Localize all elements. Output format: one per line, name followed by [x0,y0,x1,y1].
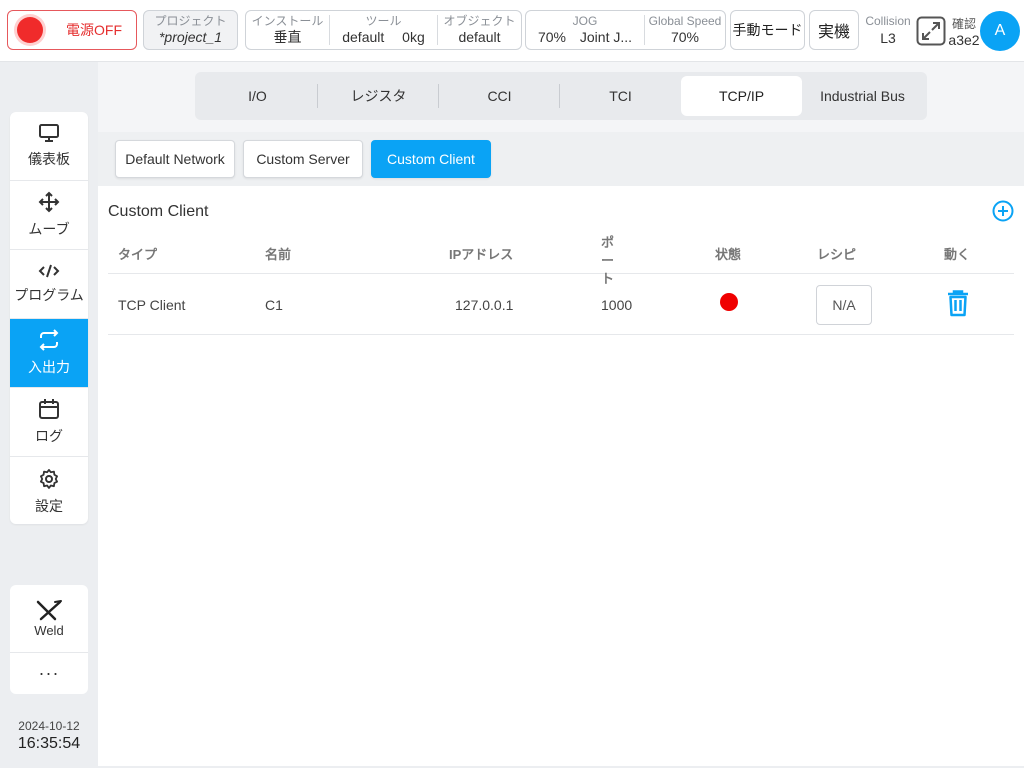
power-button[interactable]: 電源OFF [7,10,137,50]
jog-speed: 70% [537,29,566,45]
weld-label: Weld [34,623,64,638]
sidebar-nav: 儀表板 ムーブ プログラム 入出力 ログ 設定 [10,112,88,524]
subtab-bar: Default Network Custom Server Custom Cli… [98,132,1024,186]
project-label: プロジェクト [154,14,227,28]
time-text: 16:35:54 [17,735,81,752]
install-value: 垂直 [273,29,302,45]
sidebar-item-label: 儀表板 [28,151,70,167]
client-list-panel: Custom Client タイプ 名前 IPアドレス ポート 状態 レシピ 動… [98,186,1024,766]
tool-weight: 0kg [402,29,425,45]
global-speed-label: Global Speed [648,14,722,28]
install-label: インストール [251,14,324,28]
add-circle-icon[interactable] [992,200,1014,222]
sidebar-item-program[interactable]: プログラム [10,250,88,319]
monitor-icon [39,124,59,142]
sidebar-item-label: プログラム [14,287,84,303]
confirm-value: a3e2 [948,32,980,48]
table-row: TCP Client C1 127.0.0.1 1000 N/A [108,275,1014,335]
real-robot-button[interactable]: 実機 [809,10,859,50]
sidebar-item-label: ログ [35,428,63,444]
header-status: 状態 [715,247,742,262]
collision-label: Collision [865,14,911,28]
object-label: オブジェクト [443,14,516,28]
tool-value: default [342,29,385,45]
cell-ip: 127.0.0.1 [455,297,514,313]
sidebar-item-settings[interactable]: 設定 [10,457,88,524]
code-icon [38,264,60,278]
gear-icon [39,468,58,489]
status-dot [720,293,738,311]
tab-bar: I/O レジスタ CCI TCI TCP/IP Industrial Bus [195,72,927,120]
tab-tcpip[interactable]: TCP/IP [681,76,802,116]
tab-io[interactable]: I/O [197,76,318,116]
weld-icon [36,600,62,621]
calendar-icon [39,399,59,419]
cell-name: C1 [265,297,283,313]
sidebar-item-label: 入出力 [28,359,70,375]
collision-value: L3 [880,30,896,46]
sidebar-item-io[interactable]: 入出力 [10,319,88,388]
header-name: 名前 [265,247,292,262]
power-status-icon [17,17,43,43]
global-speed-segment[interactable]: Global Speed 70% [645,14,725,46]
more-button[interactable]: ··· [10,653,88,693]
sidebar-item-dashboard[interactable]: 儀表板 [10,112,88,181]
jog-mode: Joint J... [579,29,633,45]
table-header: タイプ 名前 IPアドレス ポート 状態 レシピ 動く [108,230,1014,286]
recipe-button[interactable]: N/A [816,285,872,325]
main-panel: I/O レジスタ CCI TCI TCP/IP Industrial Bus D… [98,62,1024,766]
object-segment[interactable]: オブジェクト default [438,14,521,46]
tab-industrial-bus[interactable]: Industrial Bus [802,76,923,116]
tab-tci[interactable]: TCI [560,76,681,116]
expand-icon[interactable] [916,16,946,46]
header-type: タイプ [118,247,158,262]
top-bar: 電源OFF プロジェクト *project_1 インストール 垂直 ツール de… [0,0,1024,62]
tool-segment[interactable]: ツール default 0kg [330,15,438,45]
custom-client-button[interactable]: Custom Client [371,140,491,178]
move-arrows-icon [38,191,60,213]
sidebar-item-label: ムーブ [28,221,70,237]
date-text: 2024-10-12 [18,719,80,733]
avatar[interactable]: A [980,11,1020,51]
sidebar-item-log[interactable]: ログ [10,388,88,457]
header-recipe: レシピ [817,247,857,262]
custom-server-button[interactable]: Custom Server [243,140,363,178]
cell-type: TCP Client [118,297,186,313]
tab-cci[interactable]: CCI [439,76,560,116]
speed-panel[interactable]: JOG 70% Joint J... Global Speed 70% [525,10,726,50]
default-network-button[interactable]: Default Network [115,140,235,178]
jog-label: JOG [572,14,598,28]
section-title: Custom Client [108,203,209,220]
cell-port: 1000 [601,297,633,313]
tool-label: ツール [365,14,402,28]
sidebar-item-weld[interactable]: Weld [10,585,88,653]
header-action: 動く [944,247,971,262]
install-tool-object-panel[interactable]: インストール 垂直 ツール default 0kg オブジェクト default [245,10,522,50]
swap-icon [39,329,59,351]
project-value: *project_1 [158,29,223,45]
trash-icon[interactable] [946,289,970,317]
confirm-label: 確認 [951,17,976,31]
global-speed-value: 70% [670,29,700,45]
project-selector[interactable]: プロジェクト *project_1 [143,10,238,50]
collision-indicator[interactable]: Collision L3 [862,14,914,46]
sidebar-item-label: 設定 [35,497,63,514]
install-segment[interactable]: インストール 垂直 [246,15,330,45]
confirm-indicator[interactable]: 確認 a3e2 [946,15,982,48]
manual-mode-button[interactable]: 手動モード [730,10,805,50]
object-value: default [458,29,501,45]
sidebar-extra: Weld ··· [10,585,88,694]
sidebar-item-move[interactable]: ムーブ [10,181,88,250]
header-ip: IPアドレス [449,247,514,262]
tab-register[interactable]: レジスタ [318,76,439,116]
power-label: 電源OFF [66,22,122,38]
jog-segment[interactable]: JOG 70% Joint J... [526,15,645,45]
clock: 2024-10-12 16:35:54 [10,719,88,753]
